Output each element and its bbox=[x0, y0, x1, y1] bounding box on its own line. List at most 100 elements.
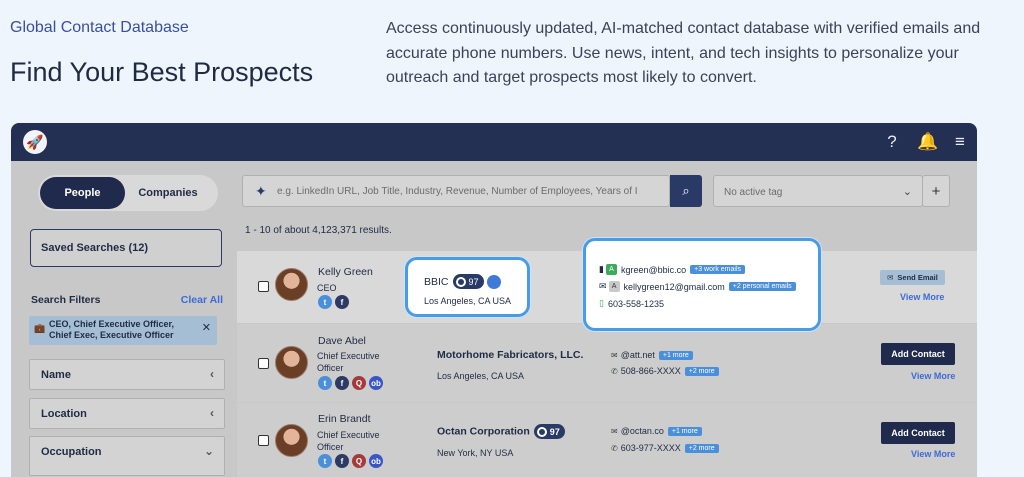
target-icon bbox=[536, 426, 547, 437]
view-more-link[interactable]: View More bbox=[911, 449, 955, 459]
mail-icon: ✉ bbox=[611, 427, 618, 436]
avatar bbox=[275, 424, 308, 457]
tab-people[interactable]: People bbox=[40, 177, 125, 209]
filter-name[interactable]: Name ‹ bbox=[29, 359, 225, 390]
phone-more-badge[interactable]: +2 more bbox=[684, 367, 719, 377]
table-row: Erin Brandt Chief Executive Officer t f … bbox=[237, 403, 977, 477]
email-line: ✉ @att.net +1 more bbox=[611, 350, 693, 361]
bell-icon[interactable]: 🔔 bbox=[917, 132, 938, 152]
row-checkbox[interactable] bbox=[258, 358, 269, 369]
ob-icon[interactable]: ob bbox=[369, 454, 383, 468]
saved-searches-button[interactable]: Saved Searches (12) bbox=[30, 229, 222, 267]
add-tag-button[interactable]: + bbox=[922, 175, 950, 207]
clear-all-link[interactable]: Clear All bbox=[181, 294, 223, 306]
email-line: ✉ @octan.co +1 more bbox=[611, 426, 702, 437]
social-links: t f Q ob bbox=[318, 376, 383, 390]
chevron-left-icon: ‹ bbox=[210, 367, 214, 381]
twitter-icon[interactable]: t bbox=[318, 376, 332, 390]
personal-email-line: ✉ Akellygreen12@gmail.com +2 personal emai… bbox=[599, 281, 796, 292]
sparkle-icon: ✦ bbox=[255, 183, 267, 199]
email-more-badge[interactable]: +1 more bbox=[658, 351, 693, 361]
person-title: CEO bbox=[317, 283, 337, 293]
email-more-badge[interactable]: +1 more bbox=[667, 427, 702, 437]
contact-highlight-card: ▮ Akgreen@bbic.co +3 work emails ✉ Akellygr… bbox=[583, 238, 821, 331]
search-button[interactable]: ⌕ bbox=[670, 175, 702, 207]
person-title: Chief Executive Officer bbox=[317, 430, 380, 452]
quora-icon[interactable]: Q bbox=[352, 454, 366, 468]
facebook-icon[interactable]: f bbox=[335, 295, 349, 309]
sidebar: People Companies Saved Searches (12) Sea… bbox=[29, 175, 225, 476]
person-name[interactable]: Kelly Green bbox=[318, 266, 373, 278]
briefcase-icon: 💼 bbox=[34, 323, 46, 333]
quora-icon[interactable]: Q bbox=[352, 376, 366, 390]
search-input[interactable]: ✦ e.g. LinkedIn URL, Job Title, Industry… bbox=[242, 175, 670, 207]
company-location: Los Angeles, CA USA bbox=[437, 371, 525, 381]
filter-name-label: Name bbox=[41, 369, 71, 381]
send-email-button[interactable]: ✉ Send Email bbox=[880, 270, 945, 285]
phone-line: ▯ 603-558-1235 bbox=[599, 298, 664, 309]
company-location: New York, NY USA bbox=[437, 448, 514, 458]
unverified-icon: A bbox=[608, 281, 620, 292]
person-name[interactable]: Dave Abel bbox=[318, 335, 366, 347]
results-count: 1 - 10 of about 4,123,371 results. bbox=[245, 225, 392, 236]
people-companies-toggle[interactable]: People Companies bbox=[38, 175, 218, 211]
tab-companies[interactable]: Companies bbox=[128, 175, 208, 211]
top-bar: 🚀 ? 🔔 ≡ bbox=[11, 123, 977, 161]
avatar bbox=[275, 346, 308, 379]
work-email-more-badge[interactable]: +3 work emails bbox=[690, 265, 746, 274]
active-filter-label: CEO, Chief Executive Officer, Chief Exec… bbox=[49, 319, 175, 340]
personal-email-value[interactable]: kellygreen12@gmail.com bbox=[624, 282, 725, 292]
hero-title: Find Your Best Prospects bbox=[10, 57, 314, 87]
view-more-link[interactable]: View More bbox=[911, 371, 955, 381]
row-checkbox[interactable] bbox=[258, 435, 269, 446]
facebook-icon[interactable]: f bbox=[335, 454, 349, 468]
facebook-icon[interactable]: f bbox=[335, 376, 349, 390]
person-name[interactable]: Erin Brandt bbox=[318, 413, 371, 425]
rocket-icon[interactable]: 🚀 bbox=[23, 130, 47, 154]
personal-email-more-badge[interactable]: +2 personal emails bbox=[728, 282, 796, 291]
search-placeholder: e.g. LinkedIn URL, Job Title, Industry, … bbox=[277, 186, 638, 197]
work-email-value[interactable]: kgreen@bbic.co bbox=[621, 265, 686, 275]
avatar bbox=[275, 268, 308, 301]
add-contact-button[interactable]: Add Contact bbox=[881, 422, 955, 444]
score-value: 97 bbox=[468, 276, 479, 287]
twitter-icon[interactable]: t bbox=[318, 454, 332, 468]
hero-eyebrow: Global Contact Database bbox=[10, 19, 189, 36]
active-filter-chip: 💼 CEO, Chief Executive Officer, Chief Ex… bbox=[29, 316, 217, 345]
filter-location[interactable]: Location ‹ bbox=[29, 398, 225, 429]
add-contact-button[interactable]: Add Contact bbox=[881, 343, 955, 365]
close-icon[interactable]: ✕ bbox=[202, 323, 211, 334]
company-name[interactable]: Octan Corporation 97 bbox=[437, 424, 565, 439]
help-icon[interactable]: ? bbox=[883, 132, 901, 152]
social-links: t f Q ob bbox=[318, 454, 383, 468]
filter-occupation-label: Occupation bbox=[41, 446, 102, 458]
filter-occupation[interactable]: Occupation ⌄ bbox=[29, 436, 225, 476]
twitter-icon[interactable]: t bbox=[318, 295, 332, 309]
ob-icon[interactable]: ob bbox=[369, 376, 383, 390]
menu-icon[interactable]: ≡ bbox=[951, 132, 969, 152]
building-icon: ▮ bbox=[599, 264, 604, 274]
company-name-label: BBIC bbox=[424, 275, 449, 288]
hero-description: Access continuously updated, AI-matched … bbox=[386, 20, 981, 86]
view-more-link[interactable]: View More bbox=[900, 292, 944, 302]
social-links: t f bbox=[318, 295, 349, 309]
person-title: Chief Executive Officer bbox=[317, 351, 380, 373]
phone-line: ✆ 603-977-XXXX +2 more bbox=[611, 443, 719, 454]
building-icon[interactable] bbox=[486, 274, 501, 289]
score-badge: 97 bbox=[452, 274, 484, 289]
row-checkbox[interactable] bbox=[258, 281, 269, 292]
mail-icon: ✉ bbox=[611, 351, 618, 360]
company-highlight-card: BBIC 97 Los Angeles, CA USA bbox=[405, 257, 530, 317]
phone-value: 603-977-XXXX bbox=[620, 443, 681, 453]
tag-select[interactable]: No active tag ⌄ bbox=[713, 175, 923, 207]
company-name[interactable]: BBIC 97 bbox=[424, 274, 501, 289]
phone-value[interactable]: 603-558-1235 bbox=[608, 299, 664, 309]
phone-line: ✆ 508-866-XXXX +2 more bbox=[611, 366, 719, 377]
score-badge: 97 bbox=[533, 424, 565, 439]
mobile-icon: ▯ bbox=[599, 298, 604, 308]
search-filters-title: Search Filters bbox=[31, 294, 101, 306]
send-email-label: Send Email bbox=[897, 273, 938, 282]
company-name[interactable]: Motorhome Fabricators, LLC. bbox=[437, 349, 583, 361]
phone-more-badge[interactable]: +2 more bbox=[684, 444, 719, 454]
search-filters-header: Search Filters Clear All bbox=[31, 294, 223, 306]
